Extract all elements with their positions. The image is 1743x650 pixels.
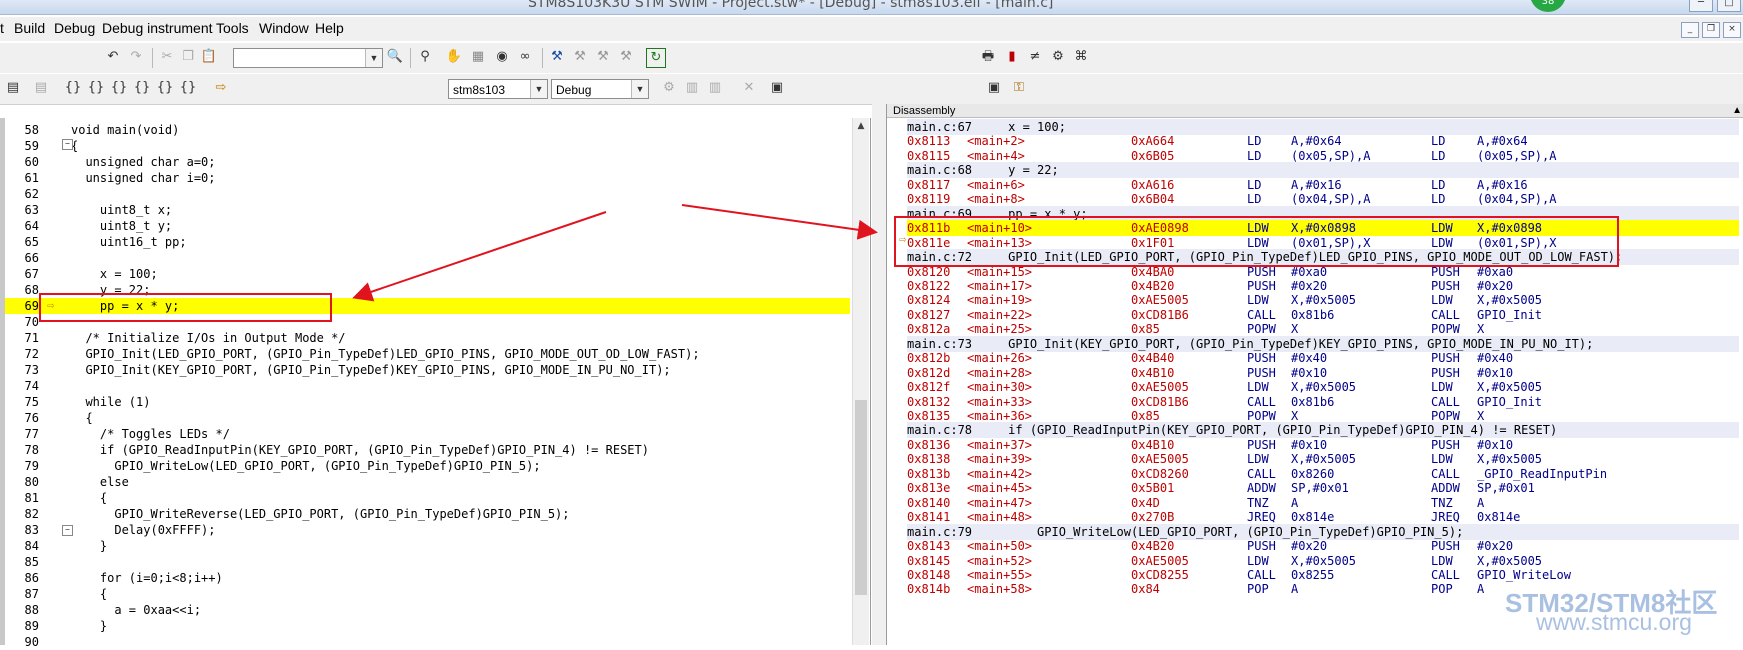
arrow-to-disassembly (681, 204, 878, 240)
annotation-arrows (352, 204, 878, 302)
arrow-to-source (352, 211, 607, 302)
watermark-url: www.stmcu.org (1536, 609, 1692, 635)
